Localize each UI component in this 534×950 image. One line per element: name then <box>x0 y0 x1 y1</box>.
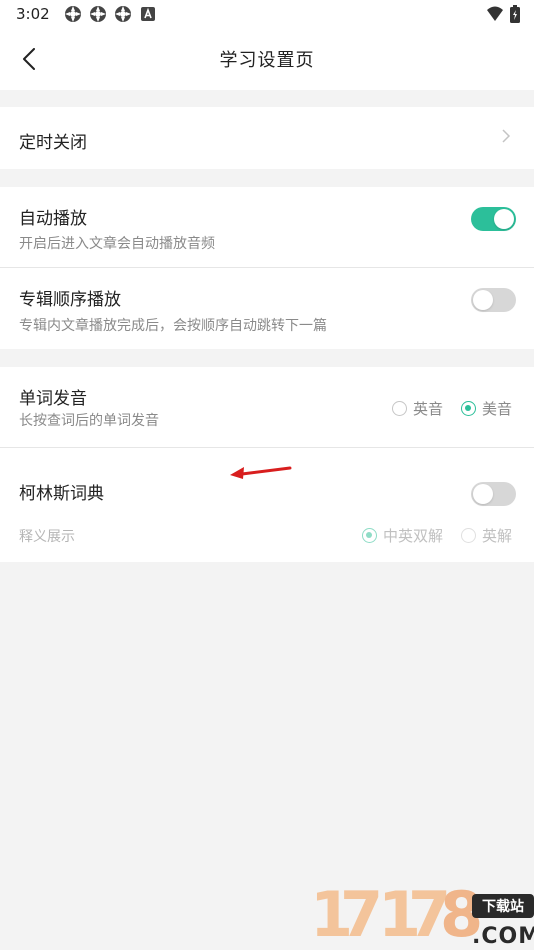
radio-bilingual[interactable]: 中英双解 <box>361 525 443 546</box>
radio-label: 美音 <box>481 400 512 418</box>
back-arrow-icon <box>23 48 35 70</box>
toggle-knob <box>494 209 514 229</box>
toggle-knob <box>473 290 493 310</box>
watermark-logo: 1 7 1 7 8 下载站 .COM <box>310 876 534 950</box>
auto-play-subtitle: 开启后进入文章会自动播放音频 <box>19 236 215 252</box>
auto-play-title: 自动播放 <box>19 209 87 229</box>
watermark-suffix: .COM <box>472 924 534 949</box>
notification-app-icon <box>64 6 81 22</box>
radio-checked-icon <box>460 401 476 416</box>
section-playback: 自动播放 开启后进入文章会自动播放音频 专辑顺序播放 专辑内文章播放完成后，会按… <box>0 187 534 349</box>
setting-row-auto-play: 自动播放 开启后进入文章会自动播放音频 <box>0 187 534 268</box>
display-mode-radio-group: 中英双解 英解 <box>361 525 512 546</box>
pronunciation-subtitle: 长按查词后的单词发音 <box>19 413 159 429</box>
radio-american[interactable]: 美音 <box>460 398 512 419</box>
chevron-right-icon <box>502 129 511 143</box>
album-sequence-subtitle: 专辑内文章播放完成后，会按顺序自动跳转下一篇 <box>19 318 327 334</box>
notification-app-icon <box>89 6 106 22</box>
collins-toggle[interactable] <box>471 482 516 506</box>
status-bar: 3:02 <box>0 0 534 28</box>
app-bar: 学习设置页 <box>0 28 534 90</box>
pronunciation-title: 单词发音 <box>19 389 87 409</box>
wifi-icon <box>487 6 503 21</box>
radio-label: 英解 <box>481 527 512 545</box>
page-title: 学习设置页 <box>219 50 315 71</box>
pronunciation-radio-group: 英音 美音 <box>391 398 512 419</box>
album-sequence-title: 专辑顺序播放 <box>19 290 121 310</box>
radio-checked-icon <box>361 528 377 543</box>
radio-circle-icon <box>391 401 407 416</box>
radio-label: 中英双解 <box>382 527 443 545</box>
toggle-knob <box>473 484 493 504</box>
setting-row-pronunciation: 单词发音 长按查词后的单词发音 英音 美音 <box>0 367 534 448</box>
setting-row-timer-close[interactable]: 定时关闭 <box>0 107 534 169</box>
collins-title: 柯林斯词典 <box>19 484 104 504</box>
section-timer: 定时关闭 <box>0 107 534 169</box>
notification-app-icon <box>114 6 131 22</box>
radio-british[interactable]: 英音 <box>391 398 443 419</box>
status-right <box>486 5 520 23</box>
annotation-arrow-icon <box>230 466 292 479</box>
radio-english-only[interactable]: 英解 <box>460 525 512 546</box>
radio-circle-icon <box>460 528 476 543</box>
battery-icon <box>510 5 520 23</box>
watermark-tag: 下载站 <box>472 894 534 918</box>
display-mode-label: 释义展示 <box>19 529 75 545</box>
radio-label: 英音 <box>412 400 443 418</box>
album-sequence-toggle[interactable] <box>471 288 516 312</box>
auto-play-toggle[interactable] <box>471 207 516 231</box>
status-time: 3:02 <box>16 5 50 23</box>
back-button[interactable] <box>14 42 44 76</box>
setting-row-album-sequence: 专辑顺序播放 专辑内文章播放完成后，会按顺序自动跳转下一篇 <box>0 268 534 349</box>
watermark-digit: 7 <box>340 878 384 950</box>
timer-close-title: 定时关闭 <box>19 133 87 153</box>
keyboard-a-icon <box>140 7 155 21</box>
